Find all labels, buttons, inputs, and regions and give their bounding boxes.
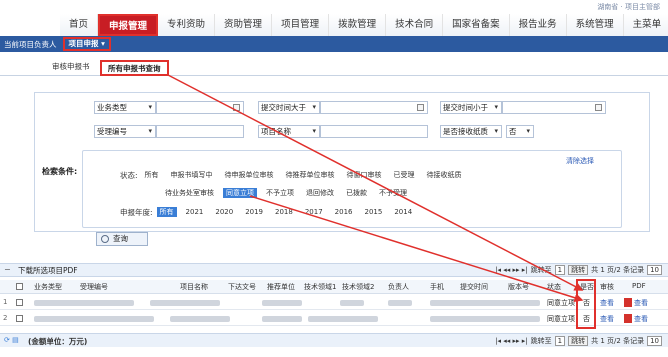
arrow-line xyxy=(167,74,584,291)
annotation-arrows xyxy=(167,74,584,303)
arrow-line xyxy=(249,195,584,303)
